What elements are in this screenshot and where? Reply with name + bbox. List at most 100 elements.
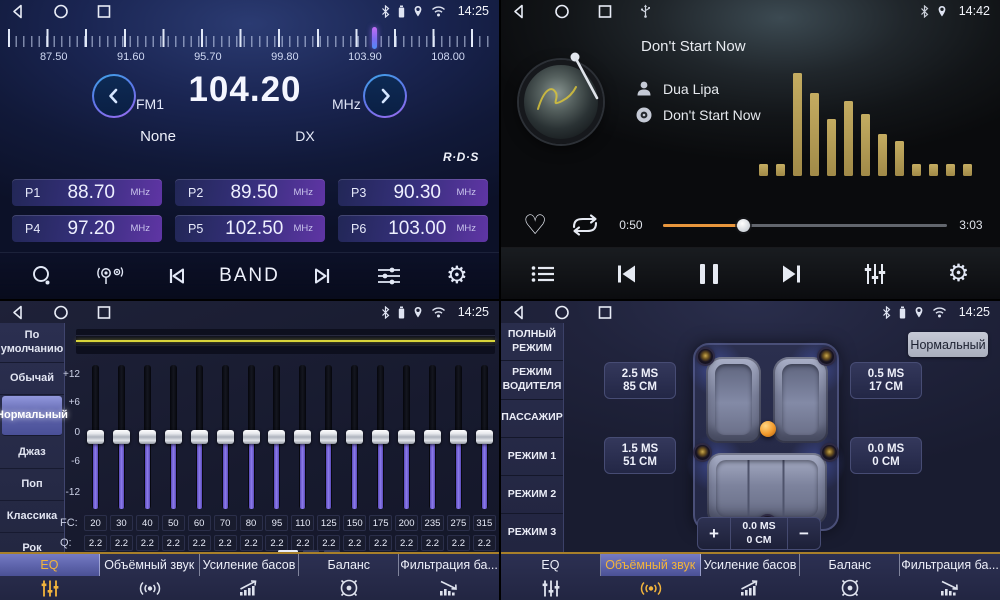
slider-knob[interactable] xyxy=(217,430,234,444)
eq-band-slider[interactable] xyxy=(110,363,133,511)
eq-band-slider[interactable] xyxy=(317,363,340,511)
slider-knob[interactable] xyxy=(139,430,156,444)
mode-passenger[interactable]: ПАССАЖИР xyxy=(501,400,563,438)
progress-knob[interactable] xyxy=(737,219,750,232)
pause-icon[interactable] xyxy=(667,264,750,284)
band-button[interactable]: BAND xyxy=(219,265,280,287)
slider-knob[interactable] xyxy=(113,430,130,444)
slider-knob[interactable] xyxy=(450,430,467,444)
slider-knob[interactable] xyxy=(372,430,389,444)
tab-bass-boost[interactable]: Усиление басов xyxy=(200,554,300,600)
slider-knob[interactable] xyxy=(87,430,104,444)
back-icon[interactable] xyxy=(10,304,25,321)
delay-decrease-button[interactable]: − xyxy=(788,518,820,549)
preset-button-p4[interactable]: P497.20MHz xyxy=(12,215,162,242)
eq-settings-icon[interactable] xyxy=(363,266,415,286)
preset-button-p5[interactable]: P5102.50MHz xyxy=(175,215,325,242)
front-right-speaker[interactable] xyxy=(819,349,834,364)
rear-right-speaker[interactable] xyxy=(822,445,837,460)
eq-band-slider[interactable] xyxy=(84,363,107,511)
next-station-icon[interactable] xyxy=(296,266,348,286)
recents-icon[interactable] xyxy=(598,3,612,20)
mode-1[interactable]: РЕЖИМ 1 xyxy=(501,438,563,476)
eq-band-slider[interactable] xyxy=(188,363,211,511)
preset-button-p3[interactable]: P390.30MHz xyxy=(338,179,488,206)
home-icon[interactable] xyxy=(554,3,570,20)
eq-band-slider[interactable] xyxy=(395,363,418,511)
eq-band-slider[interactable] xyxy=(473,363,496,511)
rear-left-delay[interactable]: 1.5 MS 51 CM xyxy=(604,437,676,474)
eq-band-slider[interactable] xyxy=(447,363,470,511)
previous-station-icon[interactable] xyxy=(151,266,203,286)
front-right-delay[interactable]: 0.5 MS 17 CM xyxy=(850,362,922,399)
profile-button[interactable]: Нормальный xyxy=(908,332,988,357)
listener-position-ball[interactable] xyxy=(760,421,776,437)
front-left-delay[interactable]: 2.5 MS 85 CM xyxy=(604,362,676,399)
rear-left-speaker[interactable] xyxy=(695,445,710,460)
eq-preset-custom[interactable]: Обычай xyxy=(0,363,64,395)
previous-track-icon[interactable] xyxy=(584,263,667,285)
scan-search-icon[interactable] xyxy=(16,264,68,288)
settings-gear-icon[interactable]: ⚙ xyxy=(431,264,483,288)
mode-2[interactable]: РЕЖИМ 2 xyxy=(501,476,563,514)
tab-filter[interactable]: Фильтрация ба... xyxy=(900,554,1000,600)
tab-eq[interactable]: EQ xyxy=(501,554,601,600)
slider-knob[interactable] xyxy=(268,430,285,444)
slider-knob[interactable] xyxy=(243,430,260,444)
recents-icon[interactable] xyxy=(97,3,111,20)
favorite-heart-icon[interactable]: ♡ xyxy=(523,212,547,239)
eq-preset-default[interactable]: По умолчанию xyxy=(0,323,64,363)
eq-preset-classic[interactable]: Классика xyxy=(0,501,64,533)
slider-knob[interactable] xyxy=(346,430,363,444)
repeat-icon[interactable] xyxy=(569,213,601,237)
preset-button-p2[interactable]: P289.50MHz xyxy=(175,179,325,206)
mode-driver[interactable]: РЕЖИМ ВОДИТЕЛЯ xyxy=(501,361,563,399)
eq-preset-normal[interactable]: Нормальный xyxy=(2,396,62,436)
delay-increase-button[interactable]: + xyxy=(698,518,730,549)
rear-right-delay[interactable]: 0.0 MS 0 CM xyxy=(850,437,922,474)
mode-full[interactable]: ПОЛНЫЙ РЕЖИМ xyxy=(501,323,563,361)
eq-band-slider[interactable] xyxy=(343,363,366,511)
eq-band-slider[interactable] xyxy=(421,363,444,511)
tuner-scale[interactable]: 87.50 91.60 95.70 99.80 103.90 108.00 xyxy=(0,23,499,63)
eq-preset-jazz[interactable]: Джаз xyxy=(0,437,64,469)
eq-band-slider[interactable] xyxy=(162,363,185,511)
eq-band-slider[interactable] xyxy=(214,363,237,511)
preset-button-p6[interactable]: P6103.00MHz xyxy=(338,215,488,242)
eq-band-slider[interactable] xyxy=(291,363,314,511)
playlist-icon[interactable] xyxy=(501,264,584,284)
broadcast-icon[interactable] xyxy=(84,264,136,288)
home-icon[interactable] xyxy=(53,304,69,321)
recents-icon[interactable] xyxy=(97,304,111,321)
eq-preset-pop[interactable]: Поп xyxy=(0,469,64,501)
eq-band-slider[interactable] xyxy=(369,363,392,511)
preset-button-p1[interactable]: P188.70MHz xyxy=(12,179,162,206)
equalizer-icon[interactable] xyxy=(834,262,917,286)
slider-knob[interactable] xyxy=(191,430,208,444)
back-icon[interactable] xyxy=(10,3,25,20)
progress-bar[interactable] xyxy=(663,224,947,227)
tab-eq[interactable]: EQ xyxy=(0,554,100,600)
tab-filter[interactable]: Фильтрация ба... xyxy=(399,554,499,600)
slider-knob[interactable] xyxy=(165,430,182,444)
tab-bass-boost[interactable]: Усиление басов xyxy=(701,554,801,600)
next-track-icon[interactable] xyxy=(751,263,834,285)
slider-knob[interactable] xyxy=(476,430,493,444)
mode-3[interactable]: РЕЖИМ 3 xyxy=(501,514,563,552)
recents-icon[interactable] xyxy=(598,304,612,321)
eq-band-slider[interactable] xyxy=(136,363,159,511)
settings-gear-icon[interactable]: ⚙ xyxy=(917,262,1000,286)
tune-down-button[interactable] xyxy=(92,74,136,118)
eq-band-slider[interactable] xyxy=(265,363,288,511)
tab-balance[interactable]: Баланс xyxy=(800,554,900,600)
slider-knob[interactable] xyxy=(294,430,311,444)
front-left-speaker[interactable] xyxy=(698,349,713,364)
slider-knob[interactable] xyxy=(320,430,337,444)
home-icon[interactable] xyxy=(53,3,69,20)
tune-up-button[interactable] xyxy=(363,74,407,118)
eq-band-slider[interactable] xyxy=(240,363,263,511)
tab-balance[interactable]: Баланс xyxy=(299,554,399,600)
back-icon[interactable] xyxy=(511,3,526,20)
slider-knob[interactable] xyxy=(424,430,441,444)
tab-surround[interactable]: Объёмный звук xyxy=(601,554,701,600)
